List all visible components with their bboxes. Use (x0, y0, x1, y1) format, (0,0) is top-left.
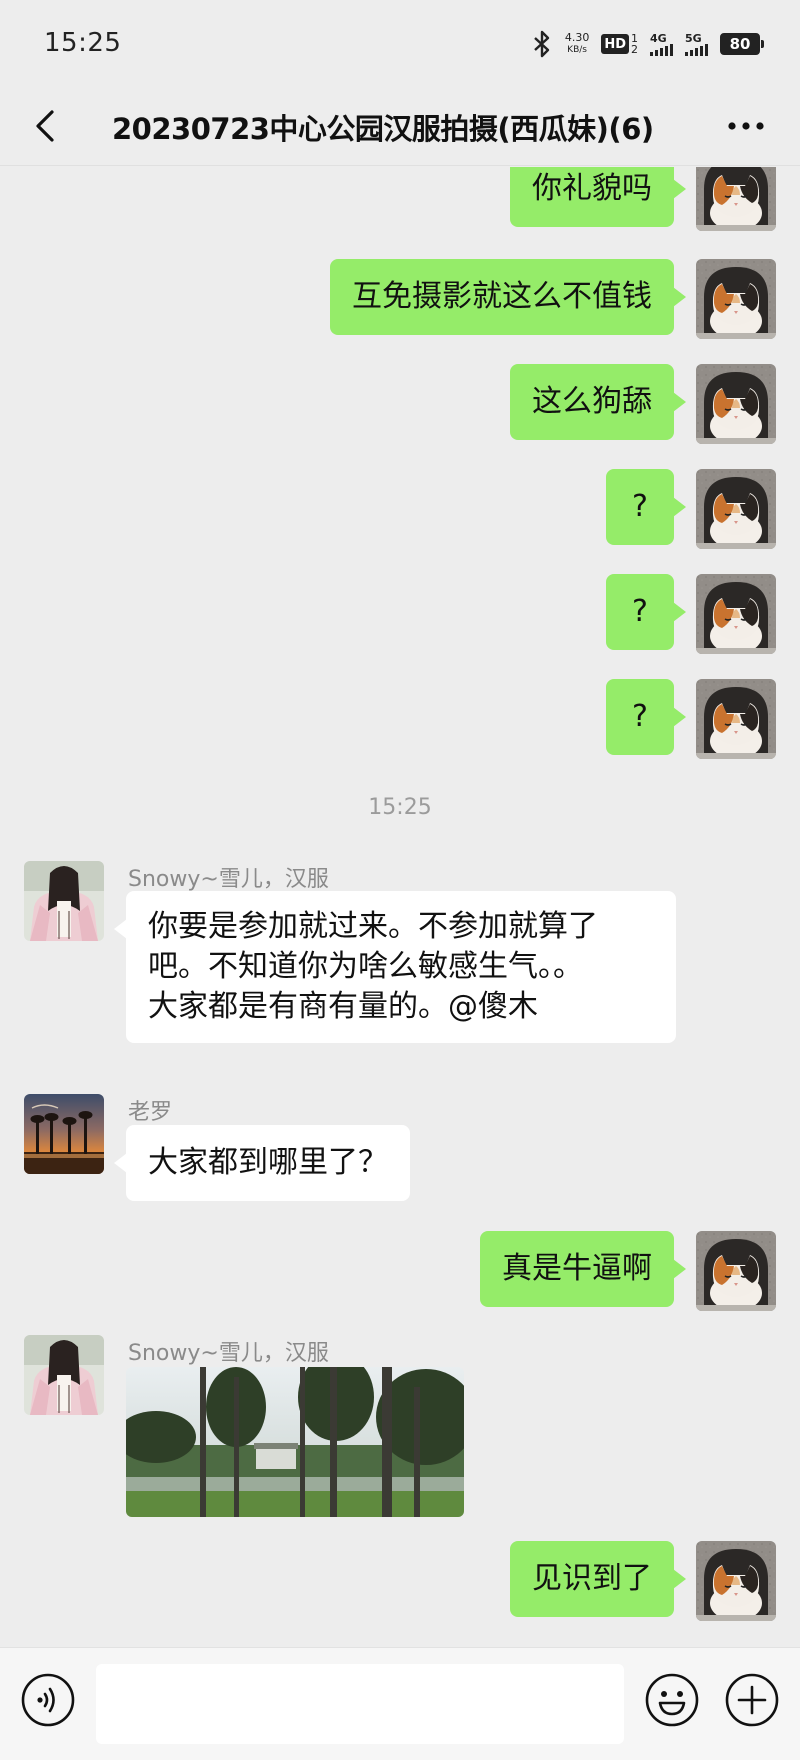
network-speed: 4.30 KB/s (565, 32, 590, 56)
my-avatar[interactable] (696, 574, 776, 654)
hd-indicator: HD 1 2 (601, 33, 638, 55)
signal-4g-icon: 4G (650, 33, 673, 56)
battery-icon: 80 (720, 33, 764, 55)
message-text: ? (632, 594, 648, 629)
message-text-line: 你要是参加就过来。不参加就算了 (148, 909, 598, 944)
my-avatar[interactable] (696, 167, 776, 231)
message-text: 你礼貌吗 (532, 171, 652, 206)
more-dots-icon[interactable] (722, 106, 770, 146)
status-icons: 4.30 KB/s HD 1 2 4G 5G 80 (531, 26, 764, 62)
chat-header: 20230723中心公园汉服拍摄(西瓜妹)(6) (0, 86, 800, 166)
my-message-bubble[interactable]: ? (606, 574, 686, 650)
network-speed-unit: KB/s (567, 45, 587, 55)
status-time: 15:25 (44, 28, 122, 58)
sender-avatar[interactable] (24, 1094, 104, 1174)
message-input[interactable] (96, 1664, 624, 1744)
sender-name: Snowy~雪儿，汉服 (128, 867, 329, 892)
sender-name: Snowy~雪儿，汉服 (128, 1341, 329, 1366)
input-bar (0, 1647, 800, 1760)
back-chevron-icon[interactable] (26, 106, 66, 146)
my-message-bubble[interactable]: ? (606, 679, 686, 755)
my-avatar[interactable] (696, 469, 776, 549)
other-message-bubble[interactable]: 大家都到哪里了？ (114, 1125, 410, 1201)
message-text: 互免摄影就这么不值钱 (352, 279, 652, 314)
my-avatar[interactable] (696, 1231, 776, 1311)
time-divider: 15:25 (368, 795, 432, 820)
chat-title: 20230723中心公园汉服拍摄(西瓜妹)(6) (112, 112, 654, 146)
sender-avatar[interactable] (24, 1335, 104, 1415)
message-text: ? (632, 489, 648, 524)
park-photo-image[interactable] (126, 1367, 464, 1517)
network-speed-value: 4.30 (564, 31, 590, 44)
my-avatar[interactable] (696, 679, 776, 759)
message-text: ? (632, 699, 648, 734)
my-avatar[interactable] (696, 364, 776, 444)
my-avatar[interactable] (696, 259, 776, 339)
my-avatar[interactable] (696, 1541, 776, 1621)
plus-icon[interactable] (724, 1672, 780, 1728)
my-message-bubble[interactable]: 见识到了 (510, 1541, 686, 1617)
other-message-bubble[interactable]: 你要是参加就过来。不参加就算了 吧。不知道你为啥么敏感生气。。 大家都是有商有量… (114, 891, 676, 1043)
status-bar: 15:25 4.30 KB/s HD 1 2 4G 5G 80 (0, 0, 800, 86)
message-text-line: 大家都是有商有量的。@傻木 (148, 989, 538, 1024)
my-message-bubble[interactable]: 这么狗舔 (510, 364, 686, 440)
hd-badge: HD (601, 34, 629, 54)
my-message-bubble[interactable]: 互免摄影就这么不值钱 (330, 259, 686, 335)
message-text: 这么狗舔 (532, 384, 652, 419)
message-text: 见识到了 (532, 1561, 652, 1596)
signal-5g-icon: 5G (685, 33, 708, 56)
message-list[interactable]: 你礼貌吗 互免摄影就这么不值钱 这么狗舔 ? ? ? 15:25 Snowy~雪… (0, 167, 800, 1647)
sender-avatar[interactable] (24, 861, 104, 941)
my-message-bubble[interactable]: 真是牛逼啊 (480, 1231, 686, 1307)
message-text-line: 吧。不知道你为啥么敏感生气。。 (148, 949, 583, 984)
message-text: 大家都到哪里了？ (148, 1145, 388, 1180)
emoji-icon[interactable] (644, 1672, 700, 1728)
sender-name: 老罗 (128, 1100, 173, 1125)
voice-icon[interactable] (20, 1672, 76, 1728)
message-text: 真是牛逼啊 (502, 1251, 652, 1286)
bluetooth-icon (534, 30, 550, 58)
my-message-bubble[interactable]: ? (606, 469, 686, 545)
my-message-bubble[interactable]: 你礼貌吗 (510, 167, 686, 227)
